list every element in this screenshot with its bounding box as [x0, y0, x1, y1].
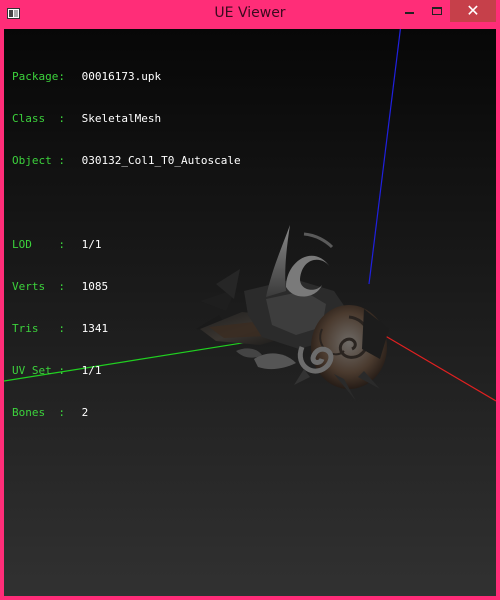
minimize-icon: [405, 12, 414, 14]
info-row-verts: Verts : 1085: [12, 280, 241, 294]
info-label: UV Set :: [12, 364, 65, 377]
info-value: 1/1: [81, 238, 102, 251]
axis-x-line: [381, 333, 496, 402]
close-icon: ✕: [466, 1, 480, 20]
info-label: Bones :: [12, 406, 65, 419]
info-label: Class :: [12, 112, 65, 125]
title-bar[interactable]: UE Viewer ✕: [0, 0, 500, 30]
info-label: Package:: [12, 70, 65, 83]
info-label: Object :: [12, 154, 65, 167]
info-value: 030132_Col1_T0_Autoscale: [81, 154, 241, 167]
info-row-package: Package: 00016173.upk: [12, 70, 241, 84]
maximize-button[interactable]: [424, 0, 450, 22]
app-window: UE Viewer ✕ Package: 00016173.upk Class …: [0, 0, 500, 600]
axis-z-line: [368, 29, 401, 285]
info-label: Verts :: [12, 280, 65, 293]
info-label: Tris :: [12, 322, 65, 335]
info-value: SkeletalMesh: [81, 112, 162, 125]
info-value: 1085: [81, 280, 109, 293]
minimize-button[interactable]: [396, 0, 424, 22]
info-value: 1341: [81, 322, 109, 335]
info-row-object: Object : 030132_Col1_T0_Autoscale: [12, 154, 241, 168]
info-value: 1/1: [81, 364, 102, 377]
info-row-lod: LOD : 1/1: [12, 238, 241, 252]
info-row-uvset: UV Set : 1/1: [12, 364, 241, 378]
info-value: 00016173.upk: [81, 70, 162, 83]
info-row-tris: Tris : 1341: [12, 322, 241, 336]
info-value: 2: [81, 406, 89, 419]
close-button[interactable]: ✕: [450, 0, 496, 22]
info-label: LOD :: [12, 238, 65, 251]
info-row-class: Class : SkeletalMesh: [12, 112, 241, 126]
3d-viewport[interactable]: Package: 00016173.upk Class : SkeletalMe…: [4, 29, 496, 596]
info-row-bones: Bones : 2: [12, 406, 241, 420]
mesh-info-panel: Package: 00016173.upk Class : SkeletalMe…: [12, 42, 241, 448]
maximize-icon: [432, 7, 442, 15]
